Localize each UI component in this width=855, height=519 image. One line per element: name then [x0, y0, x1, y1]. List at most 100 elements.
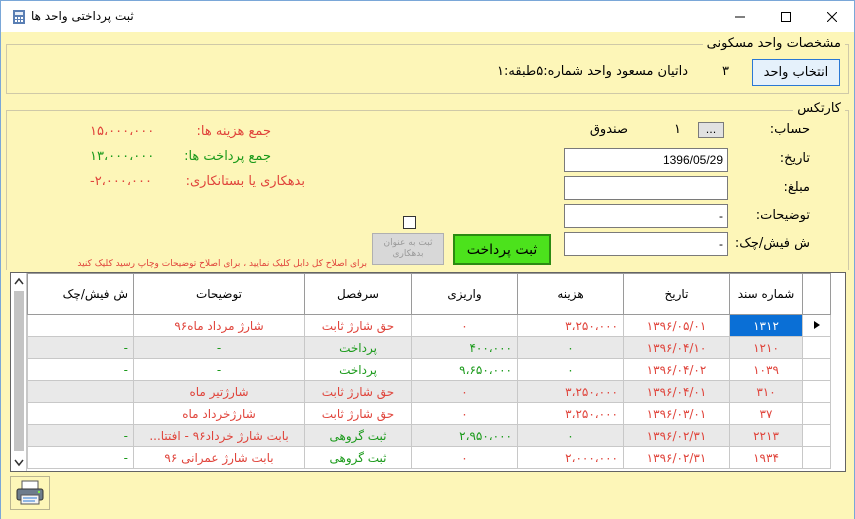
- col-doc-number[interactable]: شماره سند: [729, 273, 803, 315]
- cell-receipt[interactable]: -: [27, 336, 134, 359]
- printer-icon: [16, 480, 44, 505]
- cell-cost[interactable]: ۰: [517, 358, 624, 381]
- col-description[interactable]: توضیحات: [133, 273, 305, 315]
- cell-description[interactable]: شارژخرداد ماه: [133, 402, 305, 425]
- scroll-thumb[interactable]: [14, 291, 24, 451]
- cell-description[interactable]: شارژتیر ماه: [133, 380, 305, 403]
- row-header[interactable]: [802, 314, 831, 337]
- scroll-down-icon[interactable]: [14, 459, 24, 467]
- table-row[interactable]: - - پرداخت ۹،۶۵۰،۰۰۰ ۰ ۱۳۹۶/۰۴/۰۲ ۱۰۳۹: [27, 358, 831, 381]
- cell-paid[interactable]: ۰: [411, 446, 518, 469]
- amount-input[interactable]: [564, 176, 728, 200]
- cell-date[interactable]: ۱۳۹۶/۰۴/۱۰: [623, 336, 730, 359]
- cell-paid[interactable]: ۰: [411, 380, 518, 403]
- cell-cost[interactable]: ۰: [517, 424, 624, 447]
- print-button[interactable]: [10, 476, 50, 510]
- cell-date[interactable]: ۱۳۹۶/۰۲/۳۱: [623, 446, 730, 469]
- window-title: ثبت پرداختی واحد ها: [31, 9, 134, 23]
- cell-heading[interactable]: ثبت گروهی: [304, 424, 412, 447]
- cell-description[interactable]: بابت شارژ عمرانی ۹۶: [133, 446, 305, 469]
- col-date[interactable]: تاریخ: [623, 273, 730, 315]
- table-row[interactable]: شارژتیر ماه حق شارژ ثابت ۰ ۳،۲۵۰،۰۰۰ ۱۳۹۶/۰۴…: [27, 380, 831, 403]
- payments-grid[interactable]: ش فیش/چک توضیحات سرفصل واریزی هزینه تاری…: [10, 272, 846, 472]
- col-cost[interactable]: هزینه: [517, 273, 624, 315]
- scroll-up-icon[interactable]: [14, 277, 24, 285]
- cell-doc-number[interactable]: ۱۳۱۲: [729, 314, 803, 337]
- table-row[interactable]: - بابت شارژ عمرانی ۹۶ ثبت گروهی ۰ ۲،۰۰۰،۰۰۰ ۱…: [27, 446, 831, 469]
- account-label: حساب:: [769, 122, 810, 137]
- unit-legend: مشخصات واحد مسکونی: [702, 36, 845, 51]
- cell-description[interactable]: -: [133, 358, 305, 381]
- payments-table: ش فیش/چک توضیحات سرفصل واریزی هزینه تاری…: [27, 273, 831, 469]
- select-unit-button[interactable]: انتخاب واحد: [752, 59, 840, 86]
- cell-description[interactable]: شارژ مرداد ماه۹۶: [133, 314, 305, 337]
- cell-date[interactable]: ۱۳۹۶/۰۵/۰۱: [623, 314, 730, 337]
- amount-label: مبلغ:: [783, 180, 811, 195]
- cell-heading[interactable]: پرداخت: [304, 358, 412, 381]
- row-header[interactable]: [802, 446, 831, 469]
- cell-heading[interactable]: حق شارژ ثابت: [304, 380, 412, 403]
- cell-doc-number[interactable]: ۱۲۱۰: [729, 336, 803, 359]
- maximize-button[interactable]: [763, 1, 809, 32]
- cell-description[interactable]: -: [133, 336, 305, 359]
- cell-date[interactable]: ۱۳۹۶/۰۴/۰۱: [623, 380, 730, 403]
- account-browse-button[interactable]: ...: [698, 122, 724, 138]
- cell-doc-number[interactable]: ۲۲۱۳: [729, 424, 803, 447]
- date-label: تاریخ:: [779, 151, 810, 166]
- col-heading[interactable]: سرفصل: [304, 273, 412, 315]
- table-row[interactable]: - - پرداخت ۴۰۰،۰۰۰ ۰ ۱۳۹۶/۰۴/۱۰ ۱۲۱۰: [27, 336, 831, 359]
- cell-paid[interactable]: ۰: [411, 314, 518, 337]
- row-header[interactable]: [802, 336, 831, 359]
- cell-date[interactable]: ۱۳۹۶/۰۲/۳۱: [623, 424, 730, 447]
- row-header[interactable]: [802, 358, 831, 381]
- cell-heading[interactable]: حق شارژ ثابت: [304, 314, 412, 337]
- cell-cost[interactable]: ۳،۲۵۰،۰۰۰: [517, 314, 624, 337]
- table-row[interactable]: شارژ مرداد ماه۹۶ حق شارژ ثابت ۰ ۳،۲۵۰،۰۰۰ ۱۳…: [27, 314, 831, 337]
- submit-debt-button[interactable]: ثبت به عنوان بدهکاری: [372, 233, 444, 265]
- cell-date[interactable]: ۱۳۹۶/۰۴/۰۲: [623, 358, 730, 381]
- description-label: توضیحات:: [755, 208, 810, 223]
- row-header[interactable]: [802, 380, 831, 403]
- date-input[interactable]: [564, 148, 728, 172]
- cell-doc-number[interactable]: ۳۷: [729, 402, 803, 425]
- cell-cost[interactable]: ۳،۲۵۰،۰۰۰: [517, 380, 624, 403]
- cell-doc-number[interactable]: ۳۱۰: [729, 380, 803, 403]
- cell-heading[interactable]: پرداخت: [304, 336, 412, 359]
- cell-cost[interactable]: ۰: [517, 336, 624, 359]
- submit-payment-button[interactable]: ثبت پرداخت: [453, 234, 551, 265]
- window-border-left: [0, 32, 1, 519]
- close-icon: [827, 11, 837, 22]
- table-row[interactable]: شارژخرداد ماه حق شارژ ثابت ۰ ۳،۲۵۰،۰۰۰ ۱۳۹۶/…: [27, 402, 831, 425]
- cell-paid[interactable]: ۴۰۰،۰۰۰: [411, 336, 518, 359]
- col-receipt[interactable]: ش فیش/چک: [27, 273, 134, 315]
- debt-checkbox[interactable]: [403, 216, 416, 229]
- cell-paid[interactable]: ۲،۹۵۰،۰۰۰: [411, 424, 518, 447]
- row-header[interactable]: [802, 424, 831, 447]
- total-paid-label: جمع پرداخت ها:: [184, 149, 271, 164]
- cell-date[interactable]: ۱۳۹۶/۰۳/۰۱: [623, 402, 730, 425]
- close-button[interactable]: [809, 1, 855, 32]
- cell-heading[interactable]: ثبت گروهی: [304, 446, 412, 469]
- total-paid-value: ۱۳،۰۰۰،۰۰۰: [90, 149, 155, 164]
- col-paid[interactable]: واریزی: [411, 273, 518, 315]
- unit-number: ۳: [722, 64, 729, 79]
- cell-doc-number[interactable]: ۱۹۳۴: [729, 446, 803, 469]
- cell-receipt[interactable]: -: [27, 424, 134, 447]
- cell-paid[interactable]: ۰: [411, 402, 518, 425]
- receipt-input[interactable]: [564, 232, 728, 256]
- table-row[interactable]: - بابت شارژ خرداد۹۶ - افتتا... ثبت گروهی ۲،…: [27, 424, 831, 447]
- cell-cost[interactable]: ۳،۲۵۰،۰۰۰: [517, 402, 624, 425]
- cell-receipt[interactable]: -: [27, 358, 134, 381]
- cell-paid[interactable]: ۹،۶۵۰،۰۰۰: [411, 358, 518, 381]
- cell-receipt[interactable]: [27, 380, 134, 403]
- cell-heading[interactable]: حق شارژ ثابت: [304, 402, 412, 425]
- cell-doc-number[interactable]: ۱۰۳۹: [729, 358, 803, 381]
- minimize-button[interactable]: [717, 1, 763, 32]
- cell-receipt[interactable]: -: [27, 446, 134, 469]
- cell-description[interactable]: بابت شارژ خرداد۹۶ - افتتا...: [133, 424, 305, 447]
- row-header[interactable]: [802, 402, 831, 425]
- cell-cost[interactable]: ۲،۰۰۰،۰۰۰: [517, 446, 624, 469]
- cell-receipt[interactable]: [27, 402, 134, 425]
- cell-receipt[interactable]: [27, 314, 134, 337]
- description-input[interactable]: [564, 204, 728, 228]
